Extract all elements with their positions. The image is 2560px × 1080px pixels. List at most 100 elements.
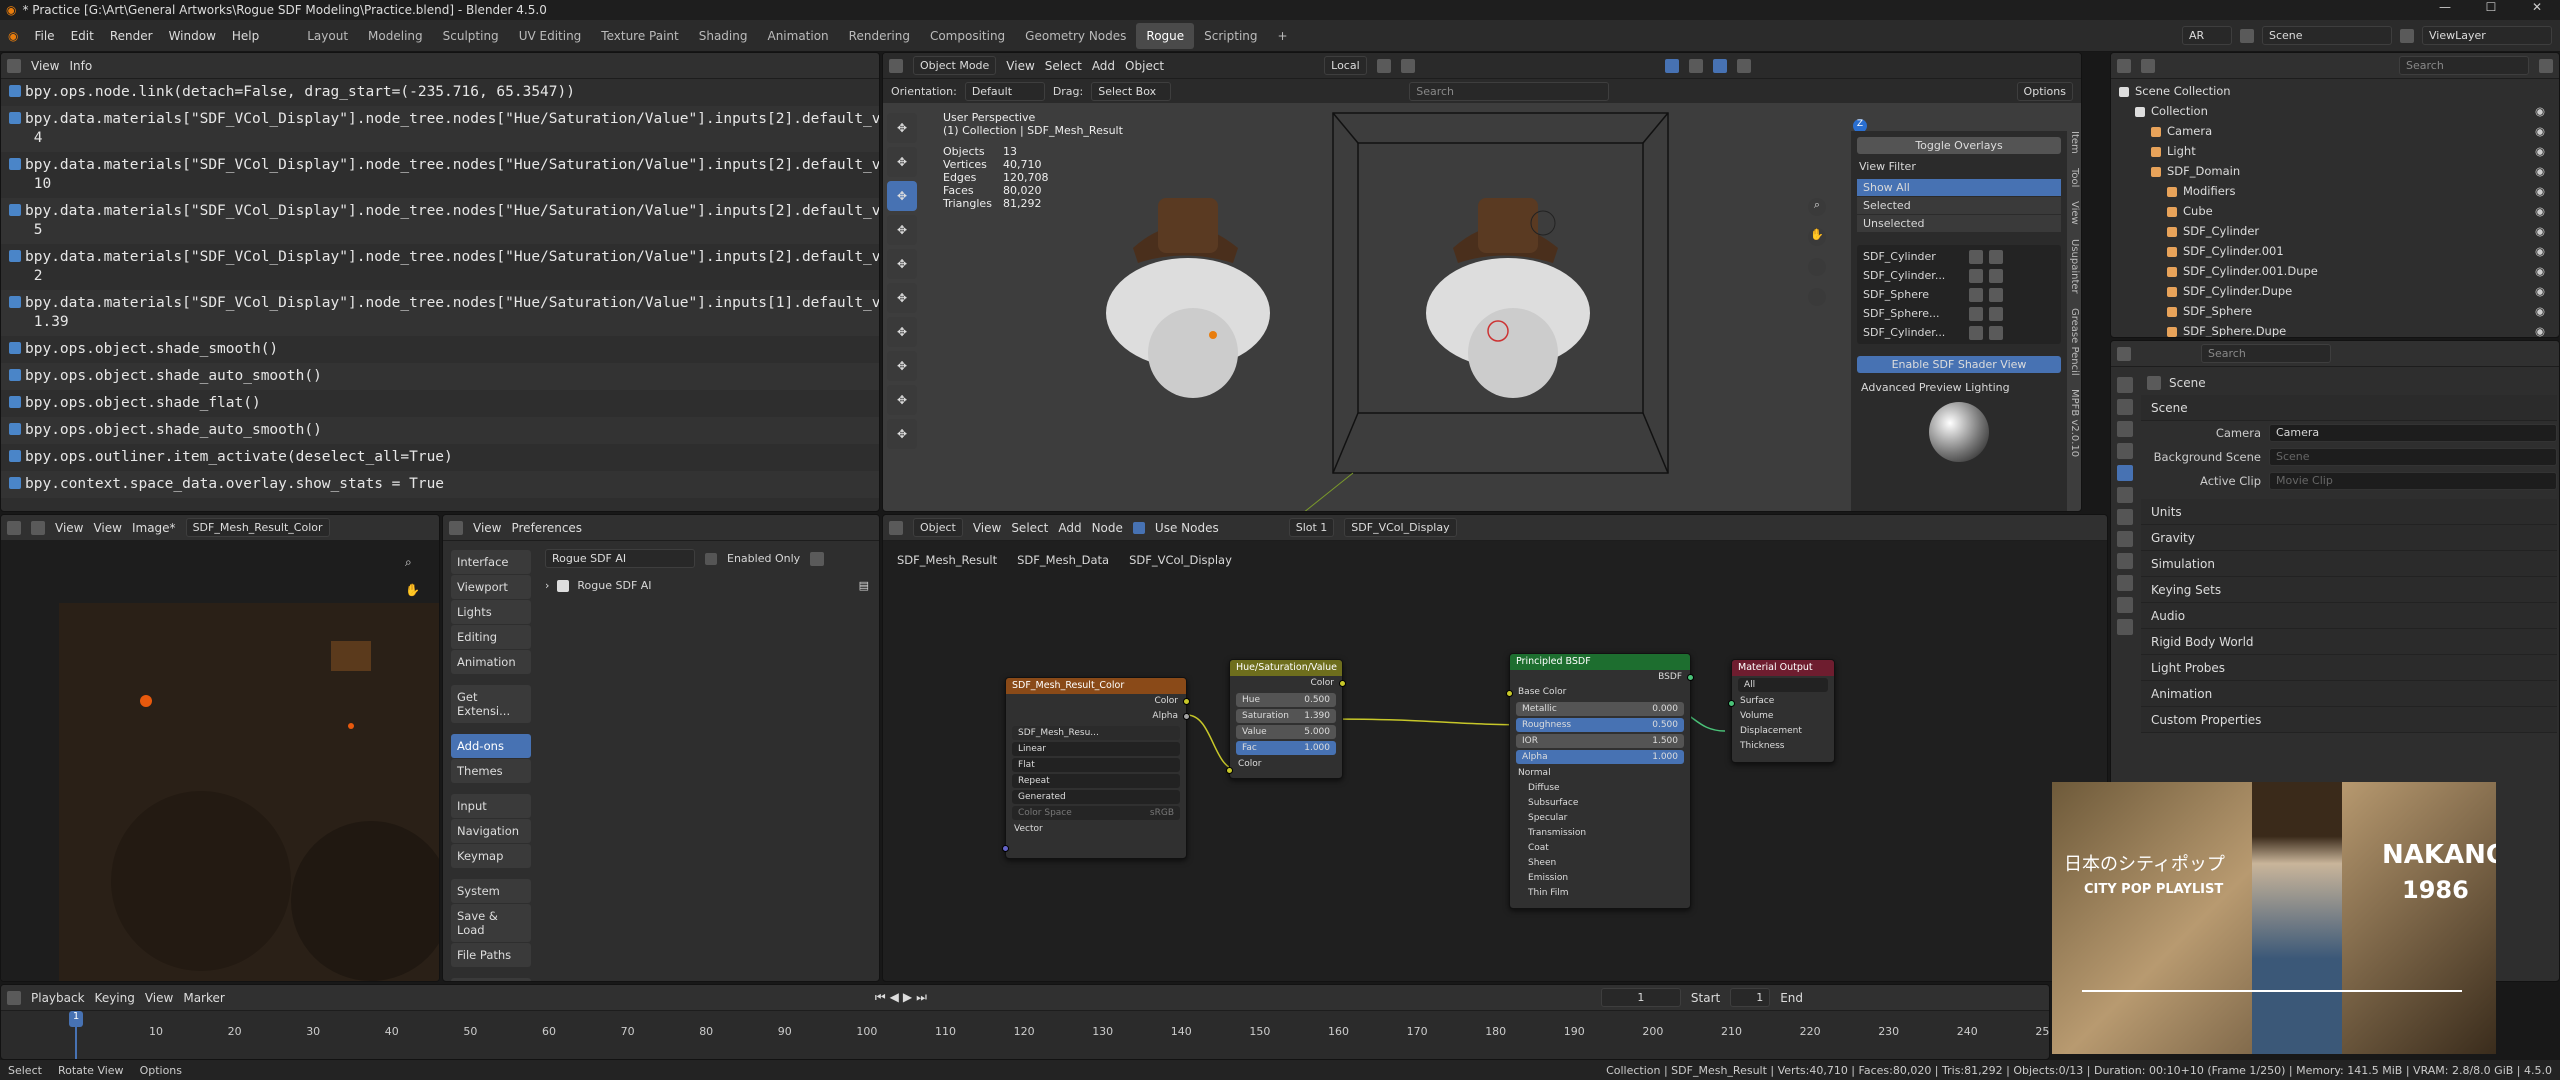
filter-unselected[interactable]: Unselected: [1857, 215, 2061, 233]
bsdf-panel-subsurface[interactable]: Subsurface: [1510, 796, 1690, 811]
vector-input-socket[interactable]: [1002, 845, 1009, 852]
image-browser-field[interactable]: SDF_Mesh_Result_Color: [185, 518, 330, 537]
video-overlay[interactable]: 日本のシティポップ CITY POP PLAYLIST NAKANO 1986: [2052, 782, 2496, 1054]
info-log-line[interactable]: bpy.ops.node.link(detach=False, drag_sta…: [1, 79, 879, 106]
workspace-tab-animation[interactable]: Animation: [757, 23, 838, 49]
ortho-toggle-icon[interactable]: [1808, 288, 1826, 306]
img-menu-image[interactable]: Image*: [132, 521, 176, 535]
workspace-tab-geometry-nodes[interactable]: Geometry Nodes: [1015, 23, 1136, 49]
sdf-object-row[interactable]: SDF_Cylinder: [1859, 247, 2059, 266]
menu-help[interactable]: Help: [224, 29, 267, 43]
properties-tab-icon[interactable]: [2117, 399, 2133, 415]
outliner-item-sdf-cylinder-dupe[interactable]: SDF_Cylinder.Dupe ◉: [2111, 281, 2559, 301]
eye-icon[interactable]: ◉: [2535, 241, 2545, 261]
properties-tab-icon[interactable]: [2117, 487, 2133, 503]
info-log-line[interactable]: bpy.data.materials["SDF_VCol_Display"].n…: [1, 290, 879, 336]
color-space-field[interactable]: Color Space sRGB: [1012, 806, 1180, 820]
info-log-line[interactable]: bpy.ops.object.shade_auto_smooth(): [1, 363, 879, 390]
info-log-line[interactable]: bpy.context.space_data.overlay.show_stat…: [1, 471, 879, 498]
outliner-item-sdf-cylinder-001[interactable]: SDF_Cylinder.001 ◉: [2111, 241, 2559, 261]
playhead[interactable]: 1: [69, 1011, 83, 1027]
eye-icon[interactable]: ◉: [2535, 121, 2545, 141]
section-audio[interactable]: Audio: [2141, 603, 2557, 629]
select-icon[interactable]: [1969, 249, 1983, 264]
addon-search-input[interactable]: Rogue SDF AI: [545, 549, 695, 568]
viewport-3d[interactable]: Object Mode View Select Add Object Local…: [882, 52, 2082, 512]
bsdf-alpha-field[interactable]: Alpha 1.000: [1516, 750, 1684, 764]
vp-menu-view[interactable]: View: [1006, 59, 1034, 73]
prefs-nav-navigation[interactable]: Navigation: [451, 819, 531, 843]
hsv-hue-field[interactable]: Hue 0.500: [1236, 693, 1336, 707]
properties-search-input[interactable]: Search: [2201, 344, 2331, 363]
maximize-button[interactable]: ☐: [2468, 0, 2514, 14]
properties-tab-icon[interactable]: [2117, 377, 2133, 393]
hsv-fac-field[interactable]: Fac 1.000: [1236, 741, 1336, 755]
sidebar-tab-mpfb-v2-0-10[interactable]: MPFB v2.0.10: [2069, 389, 2080, 457]
info-menu-info[interactable]: Info: [69, 59, 92, 73]
visibility-icon[interactable]: [1989, 287, 2003, 302]
outliner-item-scene-collection[interactable]: Scene Collection: [2111, 81, 2559, 101]
eye-icon[interactable]: ◉: [2535, 261, 2545, 281]
outliner-item-sdf-sphere[interactable]: SDF_Sphere ◉: [2111, 301, 2559, 321]
shading-solid-icon[interactable]: [1712, 58, 1727, 73]
sdf-object-row[interactable]: SDF_Sphere...: [1859, 304, 2059, 323]
outliner-item-collection[interactable]: Collection ◉: [2111, 101, 2559, 121]
surface-input-socket[interactable]: [1728, 700, 1735, 707]
base-color-input-socket[interactable]: [1506, 690, 1513, 697]
playback-controls[interactable]: ⏮◀▶⏭: [875, 990, 931, 1005]
workspace-tab-rendering[interactable]: Rendering: [839, 23, 920, 49]
bsdf-panel-sheen[interactable]: Sheen: [1510, 856, 1690, 871]
drag-dropdown[interactable]: Select Box: [1091, 81, 1172, 101]
info-log-line[interactable]: bpy.ops.object.shade_flat(): [1, 390, 879, 417]
properties-tab-icon[interactable]: [2117, 465, 2133, 481]
editor-type-icon[interactable]: [2117, 58, 2131, 73]
filter-show-all[interactable]: Show All: [1857, 179, 2061, 197]
menu-file[interactable]: File: [26, 29, 62, 43]
snap-icon[interactable]: [1376, 58, 1391, 73]
options-dropdown[interactable]: Options: [2016, 81, 2073, 101]
prefs-nav-input[interactable]: Input: [451, 794, 531, 818]
tl-menu-keying[interactable]: Keying: [95, 991, 135, 1005]
display-mode-icon[interactable]: [2141, 58, 2155, 73]
viewlayer-field[interactable]: ViewLayer: [2422, 26, 2552, 45]
select-icon[interactable]: [1969, 287, 1983, 302]
properties-tab-icon[interactable]: [2117, 597, 2133, 613]
filter-icon[interactable]: [2539, 58, 2553, 73]
hue-saturation-value-node[interactable]: Hue/Saturation/Value Color Hue 0.500 Satur…: [1226, 659, 1346, 779]
prefs-nav-interface[interactable]: Interface: [451, 550, 531, 574]
section-keying-sets[interactable]: Keying Sets: [2141, 577, 2557, 603]
visibility-icon[interactable]: [1989, 249, 2003, 264]
prefs-menu-preferences[interactable]: Preferences: [511, 521, 582, 535]
shading-material-icon[interactable]: [1736, 58, 1751, 73]
section-light-probes[interactable]: Light Probes: [2141, 655, 2557, 681]
prefs-nav-save-load[interactable]: Save & Load: [451, 904, 531, 942]
outliner-item-sdf-domain[interactable]: SDF_Domain ◉: [2111, 161, 2559, 181]
orientation-dropdown[interactable]: Default: [964, 81, 1045, 101]
zoom-icon[interactable]: ⌕: [1808, 198, 1826, 216]
visibility-icon[interactable]: [1989, 268, 2003, 283]
properties-tab-icon[interactable]: [2117, 531, 2133, 547]
visibility-icon[interactable]: [1989, 325, 2003, 340]
image-texture-node[interactable]: SDF_Mesh_Result_Color Color Alpha SDF_Me…: [1002, 677, 1190, 859]
image-datablock-field[interactable]: SDF_Mesh_Resu...: [1012, 726, 1180, 740]
sdf-object-row[interactable]: SDF_Sphere: [1859, 285, 2059, 304]
editor-type-icon[interactable]: [2117, 346, 2131, 361]
image-zoom-icon[interactable]: ⌕: [405, 555, 412, 570]
bsdf-panel-coat[interactable]: Coat: [1510, 841, 1690, 856]
vp-menu-add[interactable]: Add: [1092, 59, 1115, 73]
bsdf-ior-field[interactable]: IOR 1.500: [1516, 734, 1684, 748]
image-pan-icon[interactable]: ✋: [405, 583, 420, 597]
info-menu-view[interactable]: View: [31, 59, 59, 73]
section-animation[interactable]: Animation: [2141, 681, 2557, 707]
eye-icon[interactable]: ◉: [2535, 301, 2545, 321]
blender-menu-icon[interactable]: ◉: [0, 29, 26, 43]
addon-row[interactable]: › Rogue SDF AI ▤: [545, 579, 869, 592]
workspace-tab-uv-editing[interactable]: UV Editing: [509, 23, 592, 49]
prefs-nav-keymap[interactable]: Keymap: [451, 844, 531, 868]
prefs-nav-lights[interactable]: Lights: [451, 600, 531, 624]
info-log-line[interactable]: bpy.data.materials["SDF_VCol_Display"].n…: [1, 106, 879, 152]
info-log-line[interactable]: bpy.ops.object.shade_auto_smooth(): [1, 417, 879, 444]
color-output-socket[interactable]: [1183, 698, 1190, 705]
eye-icon[interactable]: ◉: [2535, 101, 2545, 121]
select-icon[interactable]: [1969, 325, 1983, 340]
